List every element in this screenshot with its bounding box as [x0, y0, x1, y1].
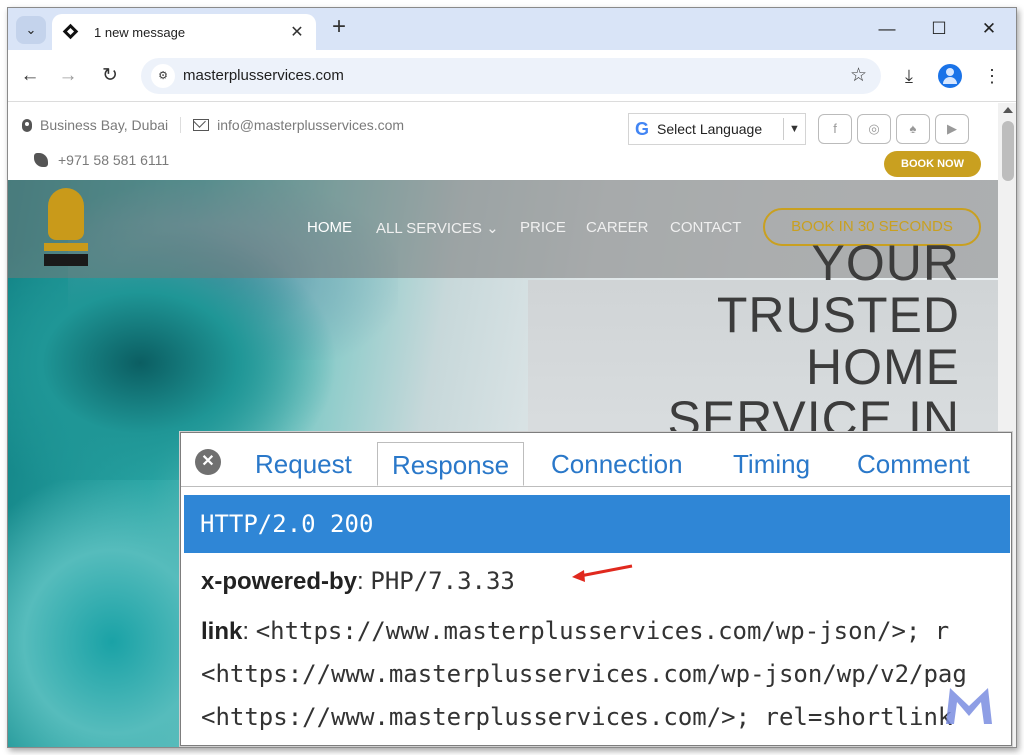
location-pin-icon	[22, 118, 32, 132]
tab-search-button[interactable]: ⌄	[16, 16, 46, 44]
phone-info: +971 58 581 6111	[34, 152, 169, 168]
minimize-button[interactable]: —	[864, 14, 910, 44]
snapchat-icon[interactable]: ♠	[896, 114, 930, 144]
tab-title: 1 new message	[94, 24, 186, 40]
nav-all-services-label: ALL SERVICES	[376, 220, 482, 237]
tab-comment[interactable]: Comment	[843, 442, 984, 486]
chevron-down-icon: ⌄	[486, 220, 499, 237]
browser-toolbar: ← → ↻ ⚙ masterplusservices.com ☆ ⤓ ⋮	[8, 50, 1016, 102]
tab-timing[interactable]: Timing	[719, 442, 824, 486]
scroll-thumb[interactable]	[1002, 121, 1014, 181]
lion-logo[interactable]	[44, 188, 88, 272]
nav-contact[interactable]: CONTACT	[670, 219, 741, 236]
tab-request[interactable]: Request	[241, 442, 366, 486]
email-link[interactable]: info@masterplusservices.com	[217, 117, 404, 133]
site-info-icon[interactable]: ⚙	[151, 64, 175, 88]
tab-response[interactable]: Response	[377, 442, 525, 486]
instagram-icon[interactable]: ◎	[857, 114, 891, 144]
address-bar[interactable]: ⚙ masterplusservices.com ☆	[141, 58, 881, 94]
divider	[180, 117, 182, 133]
language-select-label: Select Language	[657, 121, 763, 137]
tab-close-icon[interactable]: ✕	[288, 22, 306, 42]
hero-headline-line2: TRUSTED	[716, 287, 960, 343]
nav-home[interactable]: HOME	[307, 219, 352, 236]
profile-avatar[interactable]	[938, 64, 962, 88]
http-inspector-panel: ✕ Request Response Connection Timing Com…	[180, 432, 1012, 746]
back-button[interactable]: ←	[16, 62, 44, 90]
menu-kebab-icon[interactable]: ⋮	[978, 62, 1006, 90]
header-link: link: <https://www.masterplusservices.co…	[201, 617, 950, 645]
tab-strip: ⌄ 1 new message ✕ + — ☐ ✕	[8, 8, 1016, 50]
nav-career[interactable]: CAREER	[586, 219, 649, 236]
malwarebytes-logo-icon	[946, 688, 992, 724]
nav-price[interactable]: PRICE	[520, 219, 566, 236]
phone-icon	[34, 153, 48, 167]
download-icon[interactable]: ⤓	[895, 62, 923, 90]
facebook-icon[interactable]: f	[818, 114, 852, 144]
google-icon: G	[635, 118, 650, 139]
browser-tab[interactable]: 1 new message ✕	[52, 14, 316, 50]
header-value: <https://www.masterplusservices.com/wp-j…	[255, 617, 950, 645]
mail-icon	[193, 119, 210, 131]
header-x-powered-by: x-powered-by: PHP/7.3.33	[201, 567, 515, 595]
site-favicon-icon	[62, 23, 80, 41]
phone-link[interactable]: +971 58 581 6111	[58, 152, 169, 168]
url-text: masterplusservices.com	[183, 67, 344, 84]
maximize-button[interactable]: ☐	[916, 14, 962, 44]
chevron-down-icon: ⌄	[25, 22, 37, 37]
close-window-button[interactable]: ✕	[966, 14, 1012, 44]
reload-button[interactable]: ↻	[96, 62, 124, 90]
red-arrow-icon	[572, 564, 633, 582]
language-select[interactable]: G Select Language ▼	[628, 113, 806, 145]
header-name: x-powered-by	[201, 568, 358, 595]
book-now-button[interactable]: BOOK NOW	[884, 151, 981, 177]
header-value: PHP/7.3.33	[370, 567, 515, 595]
close-icon[interactable]: ✕	[195, 449, 221, 475]
new-tab-button[interactable]: +	[326, 15, 352, 41]
header-link-continued: <https://www.masterplusservices.com/wp-j…	[201, 660, 967, 688]
scroll-up-arrow-icon[interactable]	[1003, 107, 1013, 113]
tab-connection[interactable]: Connection	[537, 442, 697, 486]
location-info: Business Bay, Dubai info@masterplusservi…	[22, 117, 404, 133]
hero-headline-line1: YOUR	[811, 235, 960, 291]
hero-headline-line3: HOME	[806, 339, 960, 395]
youtube-icon[interactable]: ▶	[935, 114, 969, 144]
header-name: link	[201, 618, 243, 645]
forward-button[interactable]: →	[54, 62, 82, 90]
location-text: Business Bay, Dubai	[40, 117, 169, 133]
dropdown-caret-icon: ▼	[783, 118, 805, 140]
bookmark-star-icon[interactable]: ☆	[850, 64, 867, 87]
nav-all-services[interactable]: ALL SERVICES ⌄	[376, 219, 499, 237]
response-status-line: HTTP/2.0 200	[184, 495, 1010, 553]
header-link-continued: <https://www.masterplusservices.com/>; r…	[201, 703, 953, 731]
